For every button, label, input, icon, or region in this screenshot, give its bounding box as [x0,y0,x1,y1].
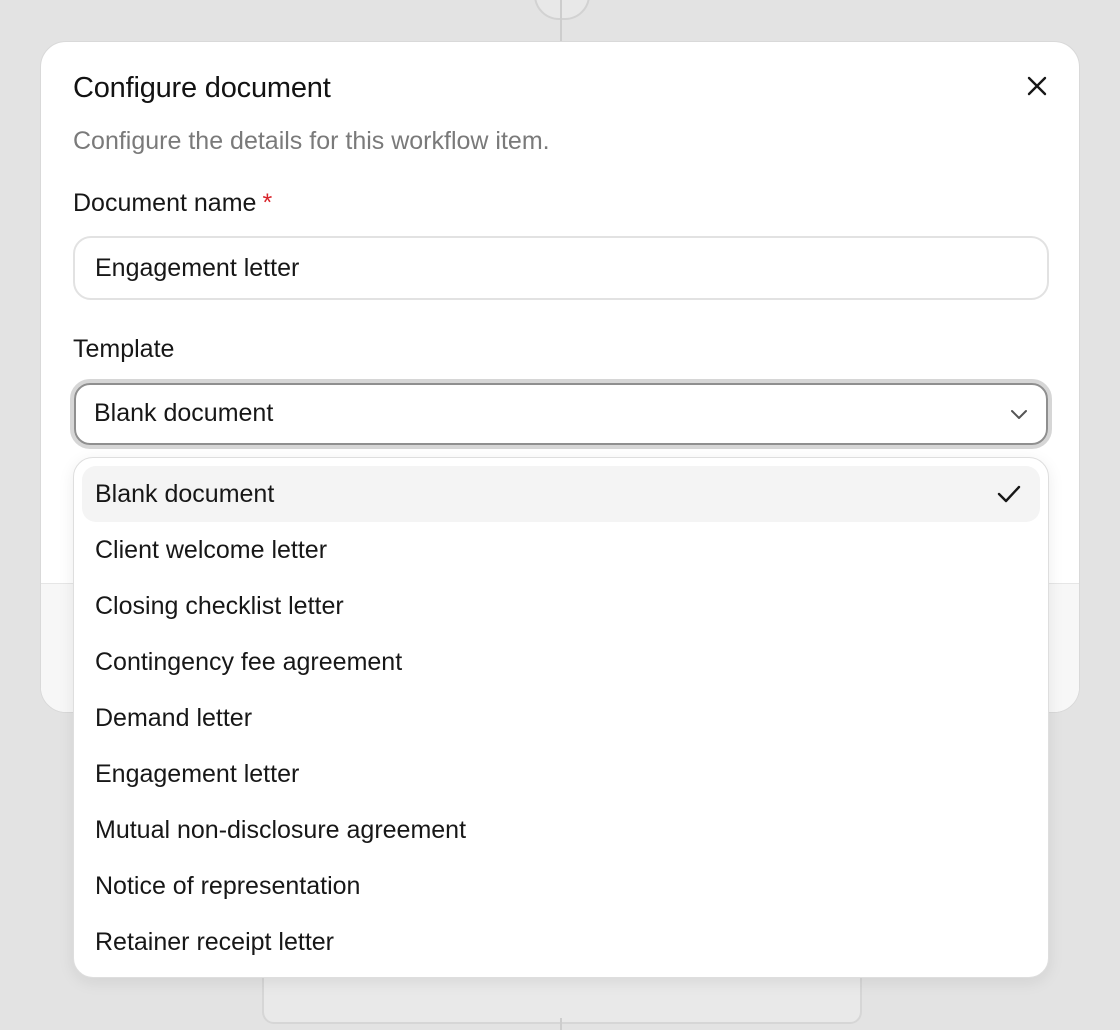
document-name-input[interactable] [73,236,1049,300]
workflow-connector-line [560,0,562,42]
template-option[interactable]: Mutual non-disclosure agreement [82,802,1040,858]
close-icon [1027,76,1047,96]
dialog-title: Configure document [73,72,331,104]
check-icon [997,485,1021,503]
template-option-label: Client welcome letter [95,535,328,564]
template-select[interactable]: Blank document [70,379,1052,449]
workflow-node-hint [534,0,590,20]
template-options-list: Blank document Client welcome letter Clo… [73,457,1049,978]
template-option[interactable]: Contingency fee agreement [82,634,1040,690]
template-option-label: Demand letter [95,703,253,732]
workflow-connector-line-bottom [560,1018,562,1030]
template-label: Template [73,335,175,363]
required-indicator: * [262,189,273,217]
template-option-label: Notice of representation [95,871,361,900]
template-option[interactable]: Client welcome letter [82,522,1040,578]
template-option[interactable]: Closing checklist letter [82,578,1040,634]
document-name-label: Document name * [73,189,272,218]
document-name-label-text: Document name [73,189,257,217]
template-option[interactable]: Blank document [82,466,1040,522]
template-option-label: Engagement letter [95,759,300,788]
close-button[interactable] [1019,68,1055,104]
template-option-label: Retainer receipt letter [95,927,335,956]
template-option-label: Mutual non-disclosure agreement [95,815,467,844]
template-option-label: Blank document [95,479,275,508]
template-option[interactable]: Notice of representation [82,858,1040,914]
chevron-down-icon [1011,410,1027,419]
template-select-value: Blank document [94,399,274,427]
template-option[interactable]: Demand letter [82,690,1040,746]
dialog-description: Configure the details for this workflow … [73,127,550,155]
template-option-label: Contingency fee agreement [95,647,403,676]
template-option[interactable]: Retainer receipt letter [82,914,1040,970]
template-option-label: Closing checklist letter [95,591,344,620]
template-option[interactable]: Engagement letter [82,746,1040,802]
